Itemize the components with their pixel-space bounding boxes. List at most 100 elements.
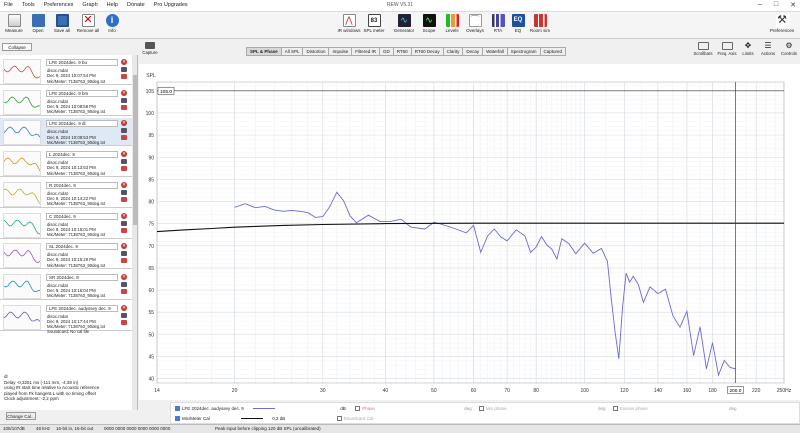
- delete-measurement-icon[interactable]: ✕: [121, 151, 127, 158]
- scrollbars-button[interactable]: Scrollbars: [690, 42, 716, 56]
- spl-graph[interactable]: 40 45 50 55 60 65 70 75 80 85 90 95 100 105 14 20 30 40 50…: [139, 64, 800, 400]
- tab-decay[interactable]: Decay: [462, 47, 484, 56]
- panel-scrollbar[interactable]: [132, 55, 137, 410]
- measure-button[interactable]: Measure: [2, 14, 26, 33]
- measurement-item[interactable]: LFE 2024dec. 9 bu ✕ disoc.mdat Dec 9, 2024 …: [0, 57, 132, 85]
- menu-graph[interactable]: Graph: [82, 2, 97, 8]
- spl-plot[interactable]: 40 45 50 55 60 65 70 75 80 85 90 95 100 105 14 20 30 40 50…: [139, 64, 800, 400]
- measurement-eq-icon[interactable]: [121, 258, 127, 264]
- measurement-eq-icon[interactable]: [121, 196, 127, 202]
- delete-measurement-icon[interactable]: ✕: [121, 120, 127, 127]
- info-button[interactable]: i Info: [100, 14, 124, 33]
- measurement-settings-icon[interactable]: [121, 128, 127, 134]
- measurement-eq-icon[interactable]: [121, 227, 127, 233]
- measurement-thumbnail[interactable]: [3, 89, 41, 115]
- measurement-name-field[interactable]: C 2024dec. 9: [46, 212, 118, 220]
- remove-all-button[interactable]: ✕ Remove all: [76, 14, 100, 33]
- tab-spl-phase[interactable]: SPL & Phase: [246, 47, 282, 56]
- measurement-thumbnail[interactable]: [3, 273, 41, 299]
- tab-impulse[interactable]: Impulse: [328, 47, 353, 56]
- delete-measurement-icon[interactable]: ✕: [121, 181, 127, 188]
- menu-file[interactable]: File: [4, 2, 13, 8]
- measurement-eq-icon[interactable]: [121, 319, 127, 325]
- measurement-settings-icon[interactable]: [121, 97, 127, 103]
- maximize-icon[interactable]: □: [774, 1, 778, 9]
- phase-checkbox[interactable]: [355, 406, 361, 412]
- measurement-thumbnail[interactable]: [3, 304, 41, 330]
- measurement-eq-icon[interactable]: [121, 74, 127, 79]
- delete-measurement-icon[interactable]: ✕: [121, 273, 127, 280]
- measurement-item[interactable]: SL 2024dec. 9 ✕ disoc.mdat Dec 9, 2024 10:1…: [0, 241, 132, 270]
- limits-button[interactable]: ✥ Limits: [738, 42, 758, 57]
- tab-waterfall[interactable]: Waterfall: [482, 47, 508, 56]
- measurement-eq-icon[interactable]: [121, 288, 127, 294]
- delete-measurement-icon[interactable]: ✕: [121, 59, 127, 65]
- mic-cal-checkbox[interactable]: [175, 416, 180, 422]
- measurement-name-field[interactable]: SL 2024dec. 9: [46, 243, 118, 251]
- measurement-settings-icon[interactable]: [121, 189, 127, 195]
- tab-rt60-decay[interactable]: RT60 Decay: [410, 47, 444, 56]
- measurement-eq-icon[interactable]: [121, 166, 127, 172]
- measurement-settings-icon[interactable]: [121, 67, 127, 72]
- menu-tools[interactable]: Tools: [22, 2, 35, 8]
- scrollbar-thumb[interactable]: [133, 75, 137, 225]
- eq-button[interactable]: EQ EQ: [506, 14, 530, 33]
- tab-rt60[interactable]: RT60: [392, 47, 412, 56]
- delete-measurement-icon[interactable]: ✕: [121, 212, 127, 219]
- generator-button[interactable]: ∿ Generator: [392, 14, 416, 33]
- ir-windows-button[interactable]: ⋀ IR windows: [337, 14, 361, 33]
- measurement-item[interactable]: R 2024dec. 9 ✕ disoc.mdat Dec 9, 2024 10:14…: [0, 180, 132, 208]
- tab-clarity[interactable]: Clarity: [442, 47, 464, 56]
- tab-captured[interactable]: Captured: [539, 47, 567, 56]
- actions-button[interactable]: ☰ Actions: [758, 42, 778, 57]
- collapse-button[interactable]: Collapse: [2, 43, 32, 51]
- capture-button[interactable]: Capture: [140, 42, 160, 64]
- tab-spectrogram[interactable]: Spectrogram: [506, 47, 541, 56]
- measurement-name-field[interactable]: R 2024dec. 9: [46, 181, 118, 189]
- measurement-checkbox[interactable]: [175, 406, 180, 412]
- measurement-thumbnail[interactable]: [3, 151, 41, 177]
- menu-preferences[interactable]: Preferences: [44, 2, 74, 8]
- measurement-settings-icon[interactable]: [121, 281, 127, 287]
- measurement-thumbnail[interactable]: [3, 181, 41, 207]
- measurement-eq-icon[interactable]: [121, 135, 127, 141]
- measurement-name-field[interactable]: L 2024dec. 9: [46, 151, 118, 159]
- soundcard-cal-checkbox[interactable]: [336, 416, 342, 422]
- measurement-item[interactable]: C 2024dec. 9 ✕ disoc.mdat Dec 9, 2024 10:15…: [0, 211, 132, 239]
- tab-all-spl[interactable]: All SPL: [280, 47, 304, 56]
- excess-phase-checkbox[interactable]: [612, 406, 618, 412]
- measurement-item[interactable]: L 2024dec. 9 ✕ disoc.mdat Dec 9, 2024 10:13…: [0, 149, 132, 178]
- measurement-item[interactable]: LFE 2024dec. 9 dl ✕ disoc.mdat Dec 9, 2024 …: [0, 118, 132, 147]
- tab-gd[interactable]: GD: [379, 47, 394, 56]
- measurement-settings-icon[interactable]: [121, 251, 127, 257]
- delete-measurement-icon[interactable]: ✕: [121, 304, 127, 311]
- tab-distortion[interactable]: Distortion: [302, 47, 330, 56]
- open-button[interactable]: Open: [26, 14, 50, 33]
- measurement-thumbnail[interactable]: [3, 212, 41, 238]
- menu-pro-upgrades[interactable]: Pro Upgrades: [154, 2, 188, 8]
- measurement-name-field[interactable]: LFE 2024dec. 9 bu: [46, 59, 118, 66]
- measurement-item[interactable]: LFE 2024dec. 9 bm ✕ disoc.mdat Dec 9, 2024 …: [0, 88, 132, 116]
- menu-help[interactable]: Help: [107, 2, 118, 8]
- tab-filtered-ir[interactable]: Filtered IR: [351, 47, 380, 56]
- minimize-icon[interactable]: –: [758, 1, 762, 9]
- measurement-name-field[interactable]: LFE 2024dec. audyssey dec. 9: [46, 304, 118, 312]
- measurement-thumbnail[interactable]: [3, 59, 41, 84]
- preferences-button[interactable]: ⚒ Preferences: [766, 14, 798, 33]
- close-icon[interactable]: ✕: [790, 1, 796, 9]
- measurement-name-field[interactable]: SR 2024dec. 9: [46, 273, 118, 281]
- overlays-button[interactable]: ⁀ Overlays: [463, 14, 487, 33]
- levels-button[interactable]: Levels: [440, 14, 464, 33]
- measurement-item[interactable]: SR 2024dec. 9 ✕ disoc.mdat Dec 9, 2024 10:1…: [0, 272, 132, 300]
- measurement-thumbnail[interactable]: [3, 243, 41, 269]
- spl-meter-button[interactable]: 83 SPL meter: [362, 14, 386, 33]
- measurement-eq-icon[interactable]: [121, 104, 127, 110]
- controls-button[interactable]: ⚙ Controls: [778, 42, 800, 57]
- measurement-thumbnail[interactable]: [3, 120, 41, 146]
- freq-axis-button[interactable]: Freq. Axis: [716, 42, 738, 56]
- measurement-item[interactable]: LFE 2024dec. audyssey dec. 9 ✕ disoc.mdat D…: [0, 303, 132, 334]
- min-phase-checkbox[interactable]: [478, 406, 484, 412]
- menu-donate[interactable]: Donate: [127, 2, 145, 8]
- measurement-settings-icon[interactable]: [121, 159, 127, 165]
- delete-measurement-icon[interactable]: ✕: [121, 89, 127, 96]
